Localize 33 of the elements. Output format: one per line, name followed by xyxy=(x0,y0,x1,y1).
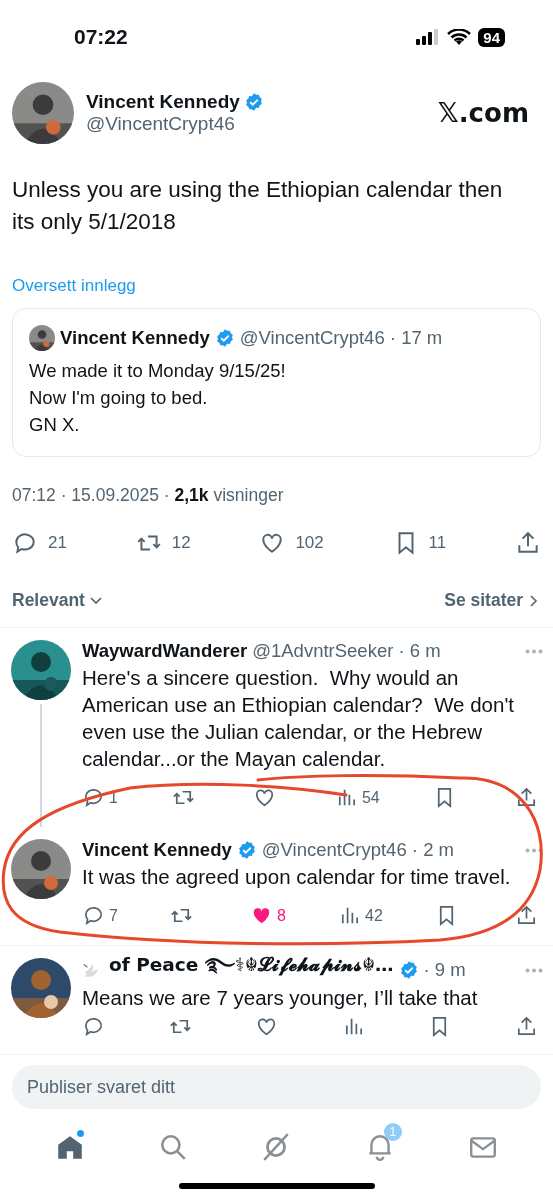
quoted-author-name: Vincent Kennedy xyxy=(60,327,210,349)
reply-handle-time: @VincentCrypt46 · 2 m xyxy=(261,839,454,861)
reply-text: Here's a sincere question. Why would an American use an Ethiopian calendar? We don't even use the Julian calendar, or the Hebrew calendar...or the Mayan calendar. xyxy=(82,665,516,772)
repost-action[interactable]: 12 xyxy=(135,530,191,556)
author-handle[interactable]: @VincentCrypt46 xyxy=(86,113,235,134)
quoted-text-line: Now I'm going to bed. xyxy=(29,386,208,410)
quoted-text-line: GN X. xyxy=(29,413,80,437)
views-action[interactable]: 54 xyxy=(334,786,380,809)
views-action[interactable]: 42 xyxy=(338,904,383,927)
bookmark-action[interactable]: 11 xyxy=(392,530,447,556)
quoted-post[interactable]: Vincent Kennedy @VincentCrypt46 · 17 m We made it to Monday 9/15/25! Now I'm going to bed. GN X. xyxy=(12,308,541,457)
reply-text: It was the agreed upon calendar for time travel. xyxy=(82,864,512,890)
author-name[interactable]: Vincent Kennedy xyxy=(86,91,240,113)
quotes-link[interactable]: Se sitater xyxy=(444,590,541,611)
reply-action[interactable]: 21 xyxy=(12,530,67,556)
notification-badge: 1 xyxy=(383,1123,402,1141)
quoted-handle-time: @VincentCrypt46 · 17 m xyxy=(239,327,443,349)
post-text: Unless you are using the Ethiopian calendar then its only 5/1/2018 xyxy=(11,176,504,236)
post-meta: 07:12 · 15.09.2025 · 2,1k visninger xyxy=(11,484,285,506)
battery-level: 94 xyxy=(478,27,505,47)
sort-dropdown[interactable]: Relevant xyxy=(12,590,103,611)
reply-author-name[interactable]: WaywardWanderer xyxy=(82,640,248,662)
source-label: 𝕏.com xyxy=(437,98,529,128)
like-action[interactable]: 102 xyxy=(259,530,324,556)
quoted-text-line: We made it to Monday 9/15/25! xyxy=(29,359,286,383)
reply-handle-time: @1AdvntrSeeker · 6 m xyxy=(252,640,441,662)
reply-handle-time: · 9 m xyxy=(423,959,466,981)
reply-field[interactable]: Publiser svaret ditt xyxy=(12,1065,541,1109)
like-action[interactable]: 8 xyxy=(250,904,286,927)
reply-text: Means we are 7 years younger, I’ll take that xyxy=(82,985,479,1011)
clock: 07:22 xyxy=(74,24,128,49)
reply-action[interactable]: 7 xyxy=(82,904,118,927)
reply-author-name[interactable]: Vincent Kennedy xyxy=(82,839,232,861)
